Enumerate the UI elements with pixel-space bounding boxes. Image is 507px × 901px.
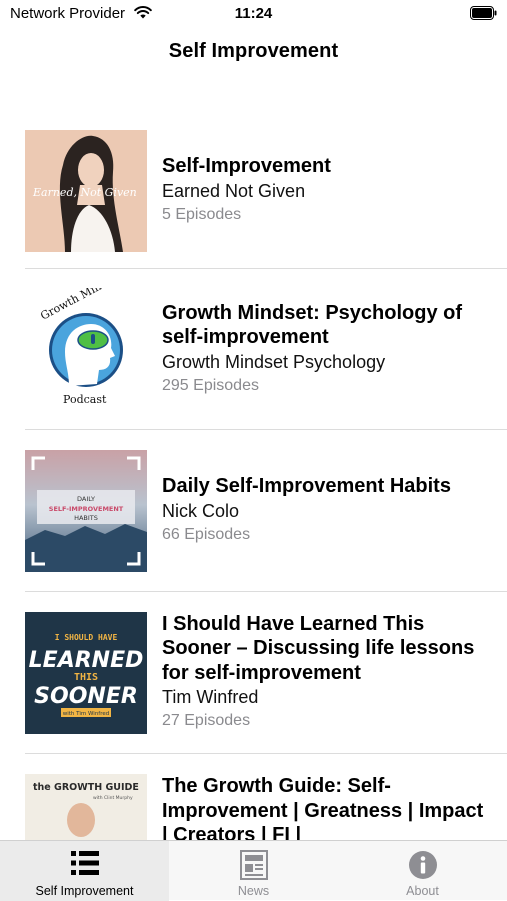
podcast-artwork: the GROWTH GUIDE with Clint Murphy — [25, 774, 147, 840]
newspaper-icon — [239, 850, 268, 885]
podcast-title: Growth Mindset: Psychology of self-impro… — [162, 301, 463, 349]
podcast-title: Self-Improvement — [162, 155, 331, 178]
artwork-text: I SHOULD HAVE — [55, 633, 118, 642]
page-title: Self Improvement — [168, 40, 339, 62]
artwork-text: Earned, Not Given — [32, 186, 137, 199]
artwork-text: Podcast — [63, 393, 107, 406]
podcast-artwork: DAILY SELF-IMPROVEMENT HABITS — [25, 449, 147, 572]
podcast-row-growth-guide[interactable]: the GROWTH GUIDE with Clint Murphy The G… — [25, 754, 507, 840]
podcast-info: The Growth Guide: Self-Improvement | Gre… — [162, 774, 492, 840]
podcast-author: Earned Not Given — [162, 180, 306, 201]
podcast-author: Tim Winfred — [162, 687, 259, 708]
podcast-row-self-improvement[interactable]: Earned, Not Given Self-Improvement Earne… — [25, 113, 507, 269]
podcast-row-growth-mindset[interactable]: Growth Mindset Podcast Growth Mindset: P… — [25, 269, 507, 430]
podcast-info: Daily Self-Improvement Habits Nick Colo … — [162, 474, 492, 547]
artwork-text: with Tim Winfred — [63, 711, 110, 717]
podcast-list: Earned, Not Given Self-Improvement Earne… — [0, 113, 507, 840]
podcast-info: I Should Have Learned This Sooner – Disc… — [162, 612, 492, 734]
podcast-episode-count: 66 Episodes — [162, 525, 251, 543]
podcast-row-learned-sooner[interactable]: I SHOULD HAVE LEARNED THIS SOONER with T… — [25, 592, 507, 754]
podcast-artwork: I SHOULD HAVE LEARNED THIS SOONER with T… — [25, 611, 147, 734]
podcast-author: Nick Colo — [162, 500, 240, 521]
podcast-title: I Should Have Learned This Sooner – Disc… — [162, 612, 475, 684]
list-icon — [70, 850, 99, 881]
artwork-text: with Clint Murphy — [93, 795, 133, 801]
artwork-text: DAILY — [77, 495, 95, 503]
podcast-artwork: Earned, Not Given — [25, 129, 147, 252]
tab-label: About — [406, 884, 439, 898]
artwork-text: SOONER — [34, 684, 138, 709]
podcast-title: The Growth Guide: Self-Improvement | Gre… — [162, 775, 484, 840]
podcast-title: Daily Self-Improvement Habits — [162, 475, 451, 498]
artwork-text: LEARNED — [29, 648, 144, 673]
battery-icon — [470, 6, 497, 25]
podcast-info: Growth Mindset: Psychology of self-impro… — [162, 301, 492, 398]
status-time: 11:24 — [234, 5, 273, 22]
status-bar: Network Provider 11:24 — [0, 0, 507, 28]
artwork-text: the GROWTH GUIDE — [33, 782, 139, 793]
podcast-episode-count: 5 Episodes — [162, 205, 242, 223]
tab-self-improvement[interactable]: Self Improvement — [0, 841, 169, 901]
podcast-episode-count: 27 Episodes — [162, 712, 251, 730]
podcast-row-daily-habits[interactable]: DAILY SELF-IMPROVEMENT HABITS Daily Self… — [25, 430, 507, 592]
artwork-text: THIS — [74, 672, 98, 683]
podcast-episode-count: 295 Episodes — [162, 376, 259, 394]
tab-label: Self Improvement — [35, 884, 134, 898]
tab-about[interactable]: About — [338, 841, 507, 901]
podcast-artwork: Growth Mindset Podcast — [25, 288, 147, 410]
podcast-author: Growth Mindset Psychology — [162, 351, 386, 372]
artwork-text: SELF-IMPROVEMENT — [49, 505, 124, 513]
tab-bar: Self Improvement News About — [0, 840, 507, 901]
artwork-text: HABITS — [74, 514, 98, 522]
podcast-info: Self-Improvement Earned Not Given 5 Epis… — [162, 154, 492, 227]
tab-news[interactable]: News — [169, 841, 338, 901]
info-icon — [408, 850, 438, 885]
tab-label: News — [237, 884, 270, 898]
